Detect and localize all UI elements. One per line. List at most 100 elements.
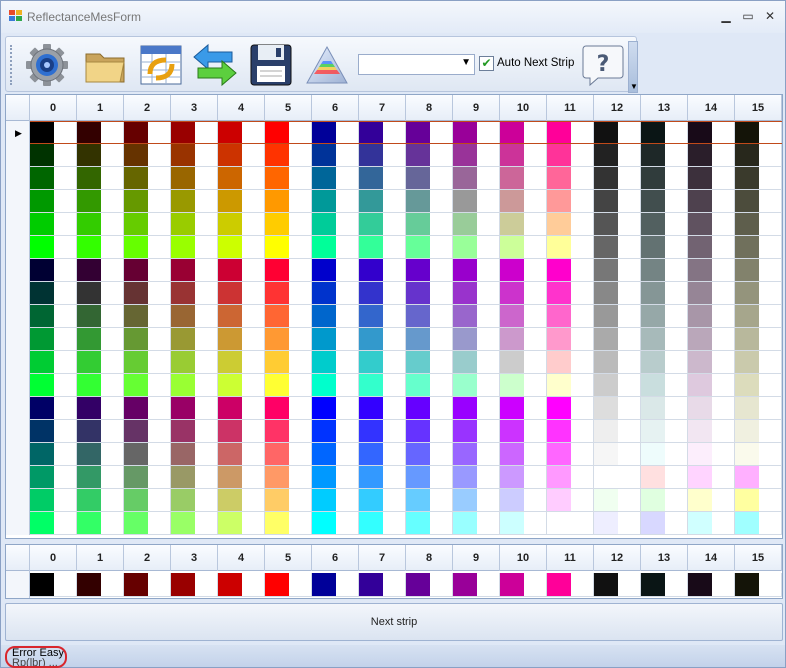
grid-cell[interactable]	[312, 351, 359, 374]
grid-cell[interactable]	[547, 397, 594, 420]
grid-cell[interactable]	[688, 190, 735, 213]
grid-cell[interactable]	[594, 397, 641, 420]
grid-cell[interactable]	[218, 144, 265, 167]
grid-cell[interactable]	[453, 259, 500, 282]
grid-cell[interactable]	[312, 374, 359, 397]
grid-cell[interactable]	[77, 466, 124, 489]
grid-cell[interactable]	[265, 443, 312, 466]
grid-cell[interactable]	[265, 466, 312, 489]
grid-cell[interactable]	[688, 236, 735, 259]
grid-cell[interactable]	[500, 512, 547, 535]
preview-column-header[interactable]: 5	[265, 545, 312, 571]
grid-cell[interactable]	[406, 443, 453, 466]
grid-cell[interactable]	[359, 144, 406, 167]
grid-cell[interactable]	[453, 397, 500, 420]
grid-cell[interactable]	[218, 420, 265, 443]
row-header[interactable]	[6, 489, 30, 512]
grid-cell[interactable]	[688, 443, 735, 466]
help-button[interactable]: ?	[580, 42, 626, 88]
grid-cell[interactable]	[77, 121, 124, 144]
grid-cell[interactable]	[171, 466, 218, 489]
grid-cell[interactable]	[312, 144, 359, 167]
grid-cell[interactable]	[30, 259, 77, 282]
grid-cell[interactable]	[30, 144, 77, 167]
grid-cell[interactable]	[453, 144, 500, 167]
grid-cell[interactable]	[453, 328, 500, 351]
preview-cell[interactable]	[406, 573, 453, 597]
grid-cell[interactable]	[641, 351, 688, 374]
grid-cell[interactable]	[265, 282, 312, 305]
grid-cell[interactable]	[547, 374, 594, 397]
grid-cell[interactable]	[359, 259, 406, 282]
grid-cell[interactable]	[265, 167, 312, 190]
grid-cell[interactable]	[359, 374, 406, 397]
grid-cell[interactable]	[124, 489, 171, 512]
grid-cell[interactable]	[406, 420, 453, 443]
grid-cell[interactable]	[171, 351, 218, 374]
grid-cell[interactable]	[547, 213, 594, 236]
grid-cell[interactable]	[500, 489, 547, 512]
preview-cell[interactable]	[500, 573, 547, 597]
grid-cell[interactable]	[735, 443, 782, 466]
grid-cell[interactable]	[500, 167, 547, 190]
grid-cell[interactable]	[735, 328, 782, 351]
grid-cell[interactable]	[500, 190, 547, 213]
grid-cell[interactable]	[312, 236, 359, 259]
grid-cell[interactable]	[688, 167, 735, 190]
grid-cell[interactable]	[641, 236, 688, 259]
grid-column-header[interactable]: 11	[547, 95, 594, 121]
grid-cell[interactable]	[312, 489, 359, 512]
preview-column-header[interactable]: 15	[735, 545, 782, 571]
grid-cell[interactable]	[171, 259, 218, 282]
preview-column-header[interactable]: 6	[312, 545, 359, 571]
grid-cell[interactable]	[735, 489, 782, 512]
grid-cell[interactable]	[735, 236, 782, 259]
grid-cell[interactable]	[265, 305, 312, 328]
grid-cell[interactable]	[406, 328, 453, 351]
grid-column-header[interactable]: 13	[641, 95, 688, 121]
grid-cell[interactable]	[594, 167, 641, 190]
preview-column-header[interactable]: 12	[594, 545, 641, 571]
close-button[interactable]: ✕	[760, 9, 780, 25]
grid-cell[interactable]	[77, 282, 124, 305]
preview-cell[interactable]	[312, 573, 359, 597]
row-header[interactable]	[6, 512, 30, 535]
grid-cell[interactable]	[77, 397, 124, 420]
grid-cell[interactable]	[359, 420, 406, 443]
grid-cell[interactable]	[641, 213, 688, 236]
grid-cell[interactable]	[688, 121, 735, 144]
grid-cell[interactable]	[265, 144, 312, 167]
grid-cell[interactable]	[735, 259, 782, 282]
grid-cell[interactable]	[500, 397, 547, 420]
grid-cell[interactable]	[594, 466, 641, 489]
row-header[interactable]	[6, 443, 30, 466]
grid-cell[interactable]	[77, 328, 124, 351]
grid-cell[interactable]	[30, 374, 77, 397]
grid-cell[interactable]	[500, 213, 547, 236]
grid-cell[interactable]	[453, 121, 500, 144]
grid-cell[interactable]	[124, 121, 171, 144]
grid-cell[interactable]	[594, 328, 641, 351]
preview-column-header[interactable]: 14	[688, 545, 735, 571]
settings-button[interactable]	[24, 42, 70, 88]
grid-cell[interactable]	[688, 397, 735, 420]
grid-cell[interactable]	[218, 282, 265, 305]
grid-column-header[interactable]: 15	[735, 95, 782, 121]
grid-cell[interactable]	[500, 351, 547, 374]
grid-cell[interactable]	[406, 282, 453, 305]
grid-cell[interactable]	[265, 420, 312, 443]
grid-cell[interactable]	[547, 489, 594, 512]
grid-cell[interactable]	[30, 121, 77, 144]
grid-cell[interactable]	[218, 190, 265, 213]
grid-cell[interactable]	[500, 420, 547, 443]
grid-cell[interactable]	[30, 167, 77, 190]
grid-cell[interactable]	[265, 328, 312, 351]
grid-column-header[interactable]: 6	[312, 95, 359, 121]
grid-cell[interactable]	[171, 190, 218, 213]
grid-cell[interactable]	[453, 420, 500, 443]
preview-column-header[interactable]: 1	[77, 545, 124, 571]
grid-cell[interactable]	[171, 236, 218, 259]
grid-cell[interactable]	[641, 512, 688, 535]
grid-cell[interactable]	[688, 144, 735, 167]
grid-cell[interactable]	[453, 374, 500, 397]
